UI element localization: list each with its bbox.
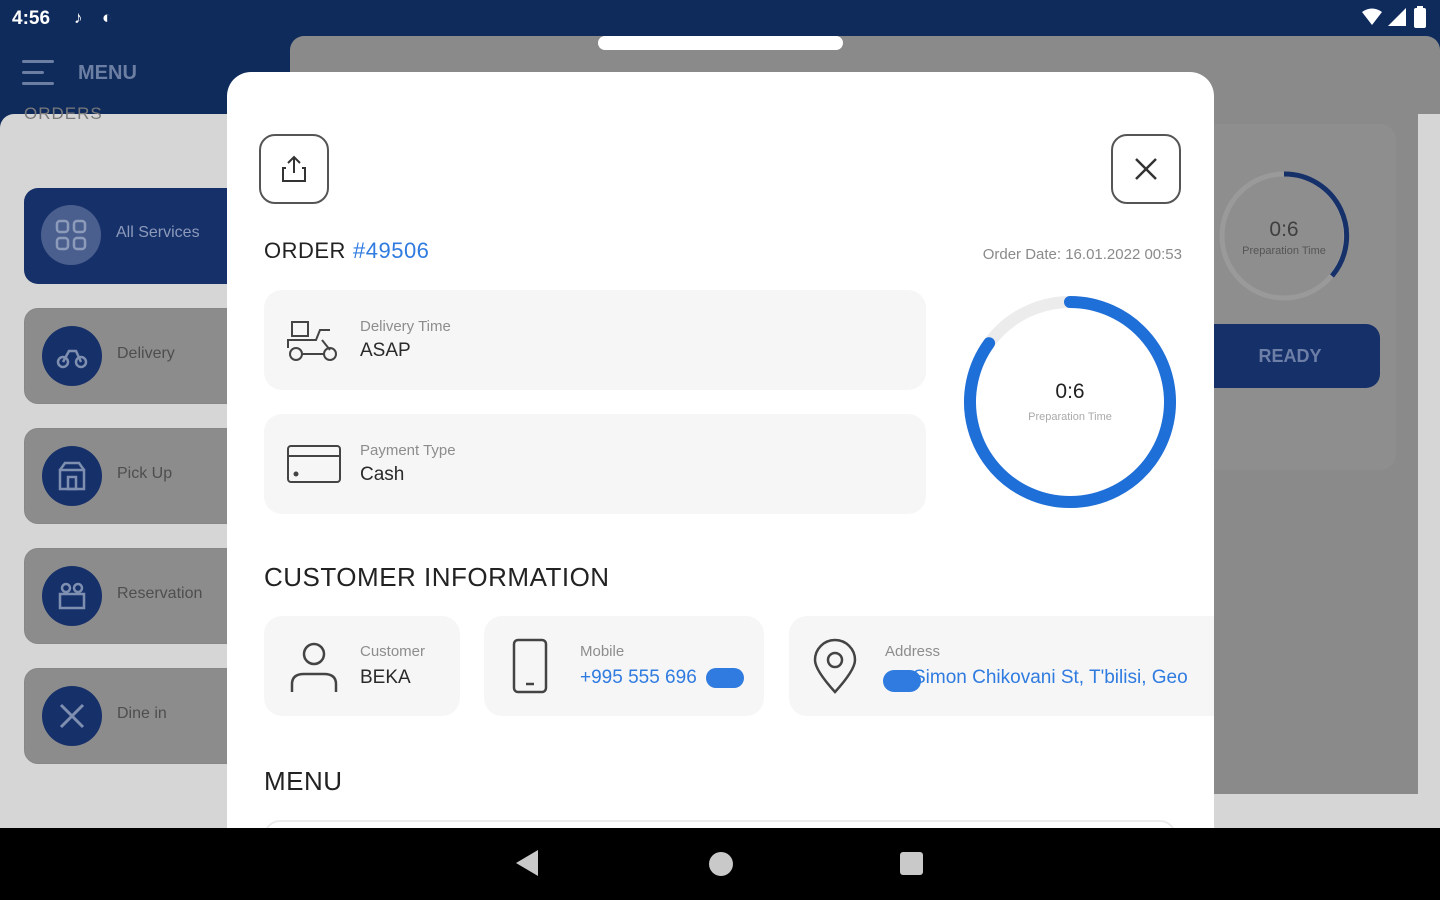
share-icon bbox=[282, 155, 306, 182]
delivery-time-label: Delivery Time bbox=[360, 318, 451, 335]
music-note-icon: ♪ bbox=[74, 8, 83, 27]
location-pin-icon bbox=[813, 638, 857, 694]
battery-icon bbox=[1414, 6, 1426, 28]
system-navigation-bar bbox=[0, 828, 1440, 900]
background-timer-label: Preparation Time bbox=[1242, 245, 1326, 257]
redaction-mark bbox=[706, 668, 744, 688]
pickup-store-icon bbox=[42, 446, 102, 506]
menu-items-card bbox=[264, 820, 1176, 828]
payment-type-label: Payment Type bbox=[360, 442, 456, 459]
delivery-scooter-icon bbox=[287, 321, 337, 361]
sidebar-item-label: Delivery bbox=[117, 345, 175, 362]
grid-icon bbox=[41, 205, 101, 265]
sidebar-item-pick-up[interactable]: Pick Up bbox=[24, 428, 254, 524]
sidebar-item-label: Pick Up bbox=[117, 465, 173, 482]
back-icon[interactable] bbox=[516, 850, 538, 876]
mobile-number[interactable]: +995 555 696 bbox=[580, 667, 697, 689]
status-bar: 4:56 ♪ ◐ bbox=[0, 0, 1440, 36]
preparation-timer-value: 0:6 bbox=[1055, 380, 1085, 403]
payment-type-card: Payment Type Cash bbox=[264, 414, 926, 514]
order-details-modal: ORDER #49506 Order Date: 16.01.2022 00:5… bbox=[227, 72, 1214, 828]
sheet-drag-handle[interactable] bbox=[598, 36, 843, 50]
customer-card: Customer BEKA bbox=[264, 616, 460, 716]
address-label: Address bbox=[885, 643, 941, 660]
share-button[interactable] bbox=[259, 134, 329, 204]
delivery-time-card: Delivery Time ASAP bbox=[264, 290, 926, 390]
menu-label[interactable]: MENU bbox=[78, 62, 137, 85]
app-notification-icon: ◐ bbox=[102, 8, 113, 27]
order-date: Order Date: 16.01.2022 00:53 bbox=[982, 246, 1182, 263]
close-button[interactable] bbox=[1111, 134, 1181, 204]
address-value[interactable]: Simon Chikovani St, T'bilisi, Geo bbox=[913, 667, 1188, 689]
sidebar-item-label: All Services bbox=[116, 224, 200, 241]
sidebar-item-reservation[interactable]: Reservation bbox=[24, 548, 254, 644]
background-timer-value: 0:6 bbox=[1269, 218, 1299, 241]
wifi-icon bbox=[1362, 8, 1382, 25]
mobile-phone-icon bbox=[512, 638, 548, 694]
recent-apps-icon[interactable] bbox=[900, 852, 923, 875]
address-card: Address Simon Chikovani St, T'bilisi, Ge… bbox=[789, 616, 1214, 716]
home-icon[interactable] bbox=[709, 852, 733, 876]
sidebar-item-delivery[interactable]: Delivery bbox=[24, 308, 254, 404]
orders-title: ORDERS bbox=[24, 104, 103, 123]
person-icon bbox=[290, 642, 338, 692]
mobile-card: Mobile +995 555 696 bbox=[484, 616, 764, 716]
utensils-icon bbox=[42, 686, 102, 746]
hamburger-menu-icon[interactable] bbox=[22, 60, 54, 88]
credit-card-icon bbox=[287, 445, 341, 483]
sidebar-item-label: Dine in bbox=[117, 705, 167, 722]
delivery-bike-icon bbox=[42, 326, 102, 386]
preparation-timer-label: Preparation Time bbox=[1028, 411, 1112, 423]
payment-type-value: Cash bbox=[360, 464, 405, 485]
customer-information-title: CUSTOMER INFORMATION bbox=[264, 562, 610, 592]
menu-section-title: MENU bbox=[264, 766, 343, 796]
customer-label: Customer bbox=[360, 643, 426, 660]
status-time: 4:56 bbox=[12, 8, 51, 29]
customer-name: BEKA bbox=[360, 667, 411, 688]
cell-signal-icon bbox=[1388, 8, 1406, 26]
sidebar-item-dine-in[interactable]: Dine in bbox=[24, 668, 254, 764]
close-icon bbox=[1135, 158, 1157, 180]
reservation-icon bbox=[42, 566, 102, 626]
order-number: #49506 bbox=[353, 238, 430, 263]
sidebar-item-all-services[interactable]: All Services bbox=[24, 188, 254, 284]
order-label: ORDER bbox=[264, 238, 346, 263]
ready-button[interactable]: READY bbox=[1200, 324, 1380, 388]
mobile-label: Mobile bbox=[580, 643, 625, 660]
delivery-time-value: ASAP bbox=[360, 340, 411, 361]
sidebar-item-label: Reservation bbox=[117, 585, 203, 602]
